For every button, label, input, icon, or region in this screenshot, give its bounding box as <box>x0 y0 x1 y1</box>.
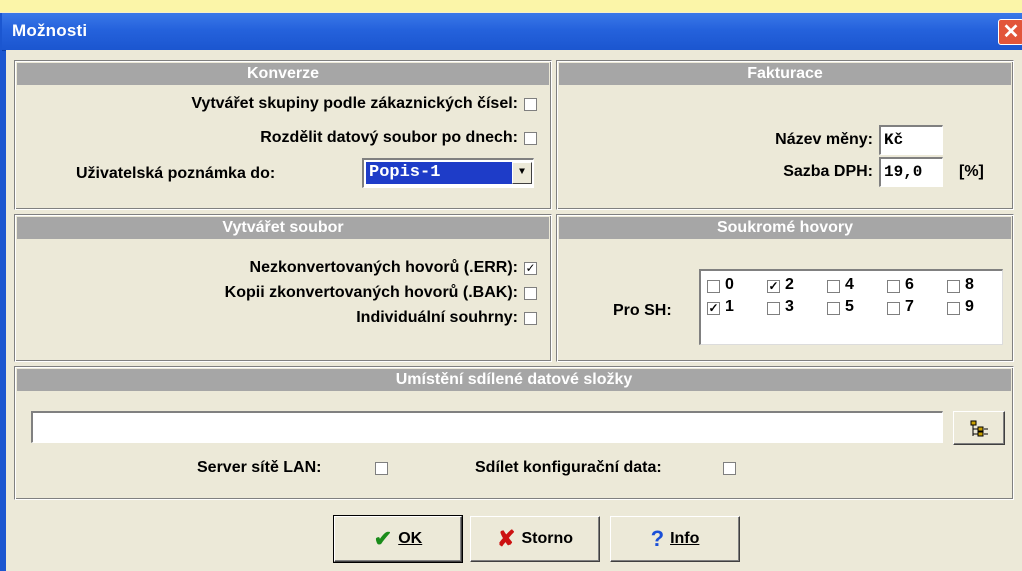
vat-input[interactable]: 19,0 <box>879 157 943 187</box>
vytvaret-soubor-panel: Vytvářet soubor Nezkonvertovaných hovorů… <box>14 214 552 362</box>
shared-folder-header: Umístění sdílené datové složky <box>17 369 1011 391</box>
private-calls-label: Pro SH: <box>613 302 672 319</box>
konverze-header: Konverze <box>17 63 549 85</box>
shared-folder-path-input[interactable] <box>31 411 943 443</box>
folder-tree-icon <box>970 420 988 437</box>
individual-summaries-label: Individuální souhrny: <box>356 309 518 326</box>
vat-unit-label: [%] <box>959 163 984 180</box>
err-file-checkbox[interactable]: ✓ <box>524 262 537 275</box>
private-call-checkbox[interactable]: ✓ <box>767 280 780 293</box>
close-icon: ✕ <box>1002 21 1020 43</box>
chevron-down-icon[interactable]: ▼ <box>512 162 532 184</box>
title-bar[interactable]: Možnosti ✕ <box>2 13 1022 51</box>
private-call-checkbox[interactable] <box>827 302 840 315</box>
share-config-checkbox[interactable] <box>723 462 736 475</box>
lan-server-checkbox[interactable] <box>375 462 388 475</box>
vat-label: Sazba DPH: <box>783 163 873 180</box>
private-call-checkbox[interactable]: ✓ <box>707 302 720 315</box>
private-call-checkbox[interactable] <box>707 280 720 293</box>
bak-file-checkbox[interactable] <box>524 287 537 300</box>
user-note-label: Uživatelská poznámka do: <box>76 165 276 182</box>
shared-folder-panel: Umístění sdílené datové složky Server sí… <box>14 366 1014 500</box>
browse-folder-button[interactable] <box>953 411 1005 445</box>
dialog-client: Konverze Vytvářet skupiny podle zákaznic… <box>6 50 1022 571</box>
cancel-button[interactable]: ✘ Storno <box>470 516 600 562</box>
private-calls-list[interactable]: 0 ✓ 1 ✓ 2 3 4 5 6 7 8 9 <box>699 269 1003 345</box>
lan-server-label: Server sítě LAN: <box>197 459 322 476</box>
split-by-days-checkbox[interactable] <box>524 132 537 145</box>
user-note-select[interactable]: Popis-1 ▼ <box>362 158 534 188</box>
x-mark-icon: ✘ <box>497 526 516 551</box>
group-by-customer-label: Vytvářet skupiny podle zákaznických číse… <box>191 95 518 112</box>
private-call-checkbox[interactable] <box>887 302 900 315</box>
info-button[interactable]: ? Info <box>610 516 740 562</box>
soukrome-hovory-header: Soukromé hovory <box>559 217 1011 239</box>
private-call-checkbox[interactable] <box>827 280 840 293</box>
fakturace-header: Fakturace <box>559 63 1011 85</box>
ok-button[interactable]: ✔ OK <box>333 515 463 563</box>
fakturace-panel: Fakturace Název měny: Kč Sazba DPH: 19,0… <box>556 60 1014 210</box>
share-config-label: Sdílet konfigurační data: <box>475 459 662 476</box>
konverze-panel: Konverze Vytvářet skupiny podle zákaznic… <box>14 60 552 210</box>
vytvaret-soubor-header: Vytvářet soubor <box>17 217 549 239</box>
private-call-checkbox[interactable] <box>887 280 900 293</box>
soukrome-hovory-panel: Soukromé hovory Pro SH: 0 ✓ 1 ✓ 2 3 4 5 6 … <box>556 214 1014 362</box>
split-by-days-label: Rozdělit datový soubor po dnech: <box>260 129 518 146</box>
group-by-customer-checkbox[interactable] <box>524 98 537 111</box>
currency-label: Název měny: <box>775 131 873 148</box>
question-mark-icon: ? <box>650 526 665 551</box>
desktop-strip <box>0 0 1022 12</box>
individual-summaries-checkbox[interactable] <box>524 312 537 325</box>
bak-file-label: Kopii zkonvertovaných hovorů (.BAK): <box>224 284 518 301</box>
currency-input[interactable]: Kč <box>879 125 943 155</box>
checkmark-icon: ✔ <box>373 526 393 551</box>
err-file-label: Nezkonvertovaných hovorů (.ERR): <box>249 259 518 276</box>
close-button[interactable]: ✕ <box>998 19 1022 45</box>
private-call-checkbox[interactable] <box>947 280 960 293</box>
window-title: Možnosti <box>12 21 88 40</box>
user-note-selected-value: Popis-1 <box>366 162 514 184</box>
private-call-checkbox[interactable] <box>947 302 960 315</box>
private-call-checkbox[interactable] <box>767 302 780 315</box>
